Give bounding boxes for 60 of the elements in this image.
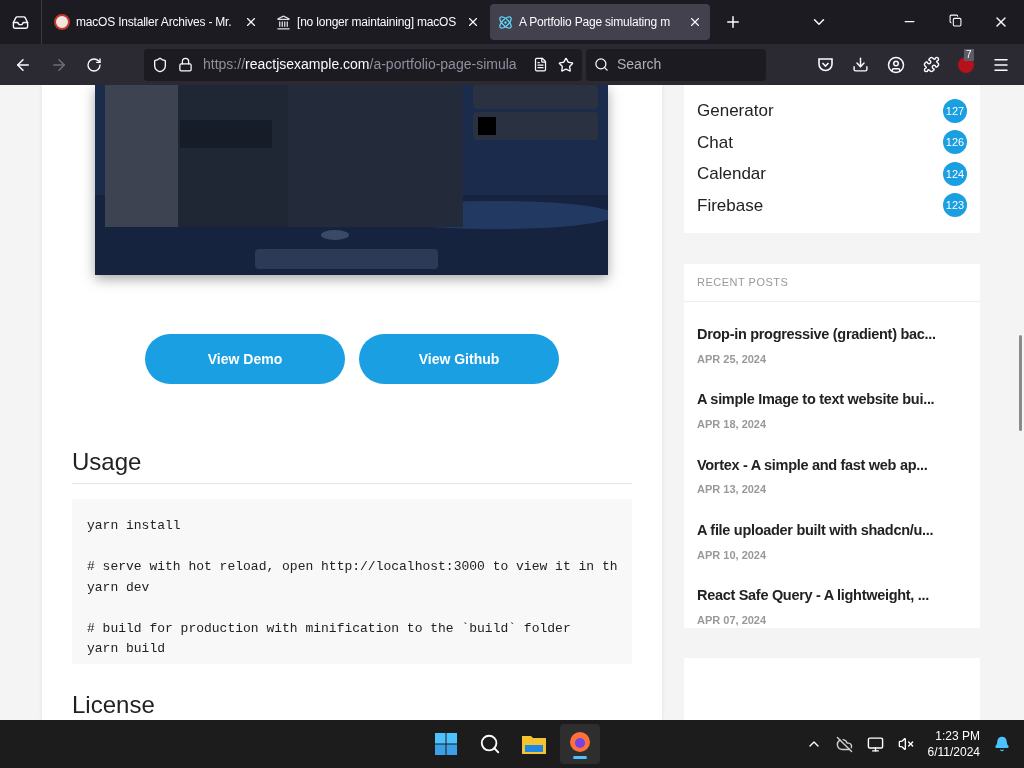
- category-link[interactable]: Calendar: [697, 161, 766, 187]
- search-field[interactable]: Search: [586, 48, 766, 81]
- atom-icon: [498, 14, 513, 30]
- close-icon[interactable]: [466, 15, 480, 29]
- count-badge: 127: [943, 98, 967, 123]
- post-date: APR 13, 2024: [697, 482, 768, 498]
- mute-icon[interactable]: [897, 736, 914, 752]
- extension-badge: 7: [964, 48, 974, 61]
- extensions-icon[interactable]: [923, 56, 940, 73]
- post-title[interactable]: Vortex - A simple and fast web ap...: [697, 454, 967, 477]
- post-title[interactable]: React Safe Query - A lightweight, ...: [697, 585, 967, 607]
- post-title[interactable]: A simple Image to text website bui...: [697, 389, 967, 411]
- tray-icon[interactable]: [12, 13, 29, 31]
- category-link[interactable]: Firebase: [697, 192, 764, 218]
- category-link[interactable]: Chat: [697, 129, 733, 155]
- browser-tab[interactable]: A Portfolio Page simulating m: [490, 4, 710, 40]
- browser-tab[interactable]: macOS Installer Archives - Mr.: [46, 4, 266, 40]
- network-icon[interactable]: [866, 735, 884, 753]
- post-date: APR 18, 2024: [697, 417, 768, 432]
- account-icon[interactable]: [887, 55, 905, 74]
- browser-tab[interactable]: [no longer maintaining] macOS: [268, 4, 488, 40]
- download-icon[interactable]: [852, 56, 869, 73]
- reader-icon[interactable]: [533, 57, 548, 72]
- count-badge: 123: [943, 193, 967, 218]
- section-heading: License: [72, 690, 156, 720]
- site-icon: [54, 14, 70, 30]
- tab-title: macOS Installer Archives - Mr.: [76, 14, 233, 31]
- shield-icon[interactable]: [152, 56, 168, 73]
- post-title[interactable]: A file uploader built with shadcn/u...: [697, 519, 967, 542]
- post-date: APR 07, 2024: [697, 612, 768, 628]
- reload-icon[interactable]: [86, 56, 102, 73]
- star-icon[interactable]: [558, 56, 574, 73]
- count-badge: 124: [943, 161, 967, 186]
- category-link[interactable]: Generator: [697, 98, 774, 124]
- close-icon[interactable]: [244, 15, 258, 29]
- code-block: yarn install # serve with hot reload, open http://localhost:3000 to view it in th yarn dev # build for production with minification to the `build` folder yarn build: [72, 499, 632, 664]
- bank-icon: [276, 14, 291, 30]
- search-placeholder: Search: [617, 55, 662, 74]
- search-icon: [594, 57, 609, 72]
- section-heading: Usage: [72, 447, 632, 484]
- url-text: https://reactjsexample.com/a-portfolio-page-simula: [203, 55, 518, 74]
- card-heading: RECENT POSTS: [697, 275, 789, 291]
- tab-title: [no longer maintaining] macOS: [297, 14, 457, 31]
- address-bar[interactable]: https://reactjsexample.com/a-portfolio-page-simula: [144, 48, 582, 81]
- pocket-icon[interactable]: [817, 56, 834, 73]
- tab-title: A Portfolio Page simulating m: [519, 14, 671, 31]
- close-icon[interactable]: [688, 15, 702, 29]
- count-badge: 126: [943, 130, 967, 155]
- search-icon[interactable]: [479, 733, 501, 755]
- post-date: APR 25, 2024: [697, 351, 768, 367]
- clock[interactable]: 1:23 PM 6/11/2024: [927, 728, 980, 760]
- taskbar-app-button[interactable]: [560, 724, 600, 764]
- post-title[interactable]: Drop-in progressive (gradient) bac...: [697, 324, 967, 346]
- cloud-off-icon[interactable]: [835, 735, 853, 753]
- notification-icon[interactable]: [994, 736, 1010, 752]
- post-date: APR 10, 2024: [697, 547, 768, 563]
- new-tab-icon[interactable]: [724, 13, 742, 31]
- restore-icon[interactable]: [948, 14, 962, 27]
- scrollbar-thumb[interactable]: [1019, 335, 1022, 431]
- lock-icon[interactable]: [178, 57, 193, 72]
